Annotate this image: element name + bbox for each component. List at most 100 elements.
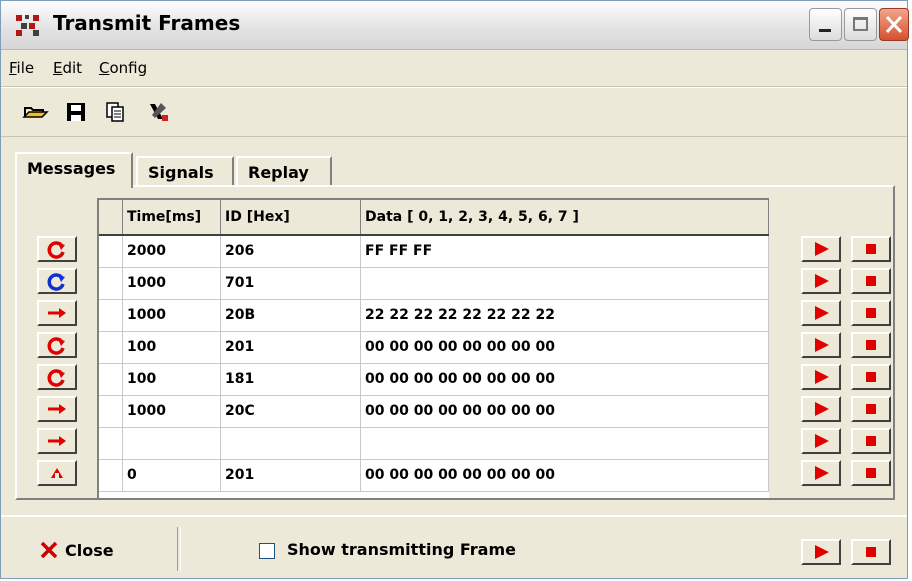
cell-time[interactable]: 100 <box>123 364 221 395</box>
table-row[interactable] <box>99 428 769 460</box>
table-row[interactable]: 2000 206 FF FF FF <box>99 236 769 268</box>
table-row[interactable]: 1000 701 <box>99 268 769 300</box>
stop-button[interactable] <box>851 236 891 262</box>
stop-all-button[interactable] <box>851 539 891 565</box>
cell-time[interactable] <box>123 428 221 459</box>
copy-button[interactable] <box>99 96 133 128</box>
table-row[interactable]: 0 201 00 00 00 00 00 00 00 00 <box>99 460 769 492</box>
table-row[interactable]: 100 181 00 00 00 00 00 00 00 00 <box>99 364 769 396</box>
table-header: Time[ms] ID [Hex] Data [ 0, 1, 2, 3, 4, … <box>99 200 769 236</box>
table-row[interactable]: 100 201 00 00 00 00 00 00 00 00 <box>99 332 769 364</box>
stop-button[interactable] <box>851 364 891 390</box>
cell-id[interactable] <box>221 428 361 459</box>
save-icon <box>67 103 85 121</box>
cell-id[interactable]: 201 <box>221 460 361 491</box>
open-folder-icon <box>22 107 49 118</box>
maximize-button[interactable] <box>844 8 877 41</box>
row-selector[interactable] <box>99 268 123 299</box>
stop-button[interactable] <box>851 268 891 294</box>
configure-button[interactable] <box>141 96 175 128</box>
close-icon <box>885 15 903 34</box>
cell-id[interactable]: 20B <box>221 300 361 331</box>
frames-table: Time[ms] ID [Hex] Data [ 0, 1, 2, 3, 4, … <box>97 198 769 498</box>
column-header-data[interactable]: Data [ 0, 1, 2, 3, 4, 5, 6, 7 ] <box>361 200 769 234</box>
cell-id[interactable]: 20C <box>221 396 361 427</box>
send-mode-button[interactable] <box>37 332 77 358</box>
row-selector[interactable] <box>99 460 123 491</box>
menu-config[interactable]: Config <box>99 59 147 77</box>
menu-edit[interactable]: Edit <box>53 59 82 77</box>
cell-data[interactable]: 22 22 22 22 22 22 22 22 <box>361 300 769 331</box>
stop-button[interactable] <box>851 332 891 358</box>
send-button[interactable] <box>801 300 841 326</box>
menu-file[interactable]: File <box>9 59 34 77</box>
cell-time[interactable]: 1000 <box>123 300 221 331</box>
cell-time[interactable]: 1000 <box>123 268 221 299</box>
column-header-id[interactable]: ID [Hex] <box>221 200 361 234</box>
cell-id[interactable]: 206 <box>221 236 361 267</box>
send-button[interactable] <box>801 460 841 486</box>
send-mode-button[interactable] <box>37 428 77 454</box>
toolbar <box>1 87 907 137</box>
stop-icon <box>866 436 876 446</box>
row-selector[interactable] <box>99 332 123 363</box>
send-button[interactable] <box>801 396 841 422</box>
cell-data[interactable]: 00 00 00 00 00 00 00 00 <box>361 332 769 363</box>
send-all-button[interactable] <box>801 539 841 565</box>
row-selector[interactable] <box>99 396 123 427</box>
stop-icon <box>866 244 876 254</box>
open-button[interactable] <box>19 96 53 128</box>
row-selector[interactable] <box>99 236 123 267</box>
minimize-button[interactable] <box>809 8 842 41</box>
close-window-button[interactable] <box>879 8 909 41</box>
play-icon <box>815 370 829 384</box>
title-bar[interactable]: Transmit Frames <box>1 1 909 50</box>
play-icon <box>815 434 829 448</box>
stop-icon <box>866 340 876 350</box>
send-button[interactable] <box>801 268 841 294</box>
send-button[interactable] <box>801 364 841 390</box>
tab-messages[interactable]: Messages <box>15 152 133 188</box>
stop-button[interactable] <box>851 428 891 454</box>
send-mode-button[interactable] <box>37 364 77 390</box>
tab-signals[interactable]: Signals <box>136 156 234 186</box>
send-mode-button[interactable] <box>37 396 77 422</box>
copy-icon <box>106 102 124 122</box>
show-transmitting-checkbox[interactable] <box>259 543 275 559</box>
stop-button[interactable] <box>851 300 891 326</box>
stop-icon <box>866 404 876 414</box>
send-button[interactable] <box>801 236 841 262</box>
stop-button[interactable] <box>851 460 891 486</box>
cell-data[interactable] <box>361 428 769 459</box>
send-button[interactable] <box>801 428 841 454</box>
table-row[interactable]: 1000 20B 22 22 22 22 22 22 22 22 <box>99 300 769 332</box>
close-button[interactable]: Close <box>39 535 114 565</box>
send-mode-button[interactable] <box>37 236 77 262</box>
cell-id[interactable]: 201 <box>221 332 361 363</box>
cell-data[interactable]: 00 00 00 00 00 00 00 00 <box>361 460 769 491</box>
cell-time[interactable]: 2000 <box>123 236 221 267</box>
cell-data[interactable]: 00 00 00 00 00 00 00 00 <box>361 364 769 395</box>
cell-data[interactable] <box>361 268 769 299</box>
send-mode-button[interactable] <box>37 268 77 294</box>
cell-id[interactable]: 181 <box>221 364 361 395</box>
send-button[interactable] <box>801 332 841 358</box>
cell-time[interactable]: 0 <box>123 460 221 491</box>
cell-data[interactable]: FF FF FF <box>361 236 769 267</box>
arrow-right-icon <box>48 404 66 414</box>
table-row[interactable]: 1000 20C 00 00 00 00 00 00 00 00 <box>99 396 769 428</box>
row-selector[interactable] <box>99 428 123 459</box>
footer-bar: Close Show transmitting Frame <box>1 515 907 581</box>
tab-replay[interactable]: Replay <box>236 156 332 186</box>
row-selector[interactable] <box>99 364 123 395</box>
save-button[interactable] <box>59 96 93 128</box>
stop-button[interactable] <box>851 396 891 422</box>
send-mode-button[interactable] <box>37 300 77 326</box>
column-header-time[interactable]: Time[ms] <box>123 200 221 234</box>
cell-time[interactable]: 1000 <box>123 396 221 427</box>
send-mode-button[interactable] <box>37 460 77 486</box>
cell-time[interactable]: 100 <box>123 332 221 363</box>
cell-data[interactable]: 00 00 00 00 00 00 00 00 <box>361 396 769 427</box>
cell-id[interactable]: 701 <box>221 268 361 299</box>
row-selector[interactable] <box>99 300 123 331</box>
